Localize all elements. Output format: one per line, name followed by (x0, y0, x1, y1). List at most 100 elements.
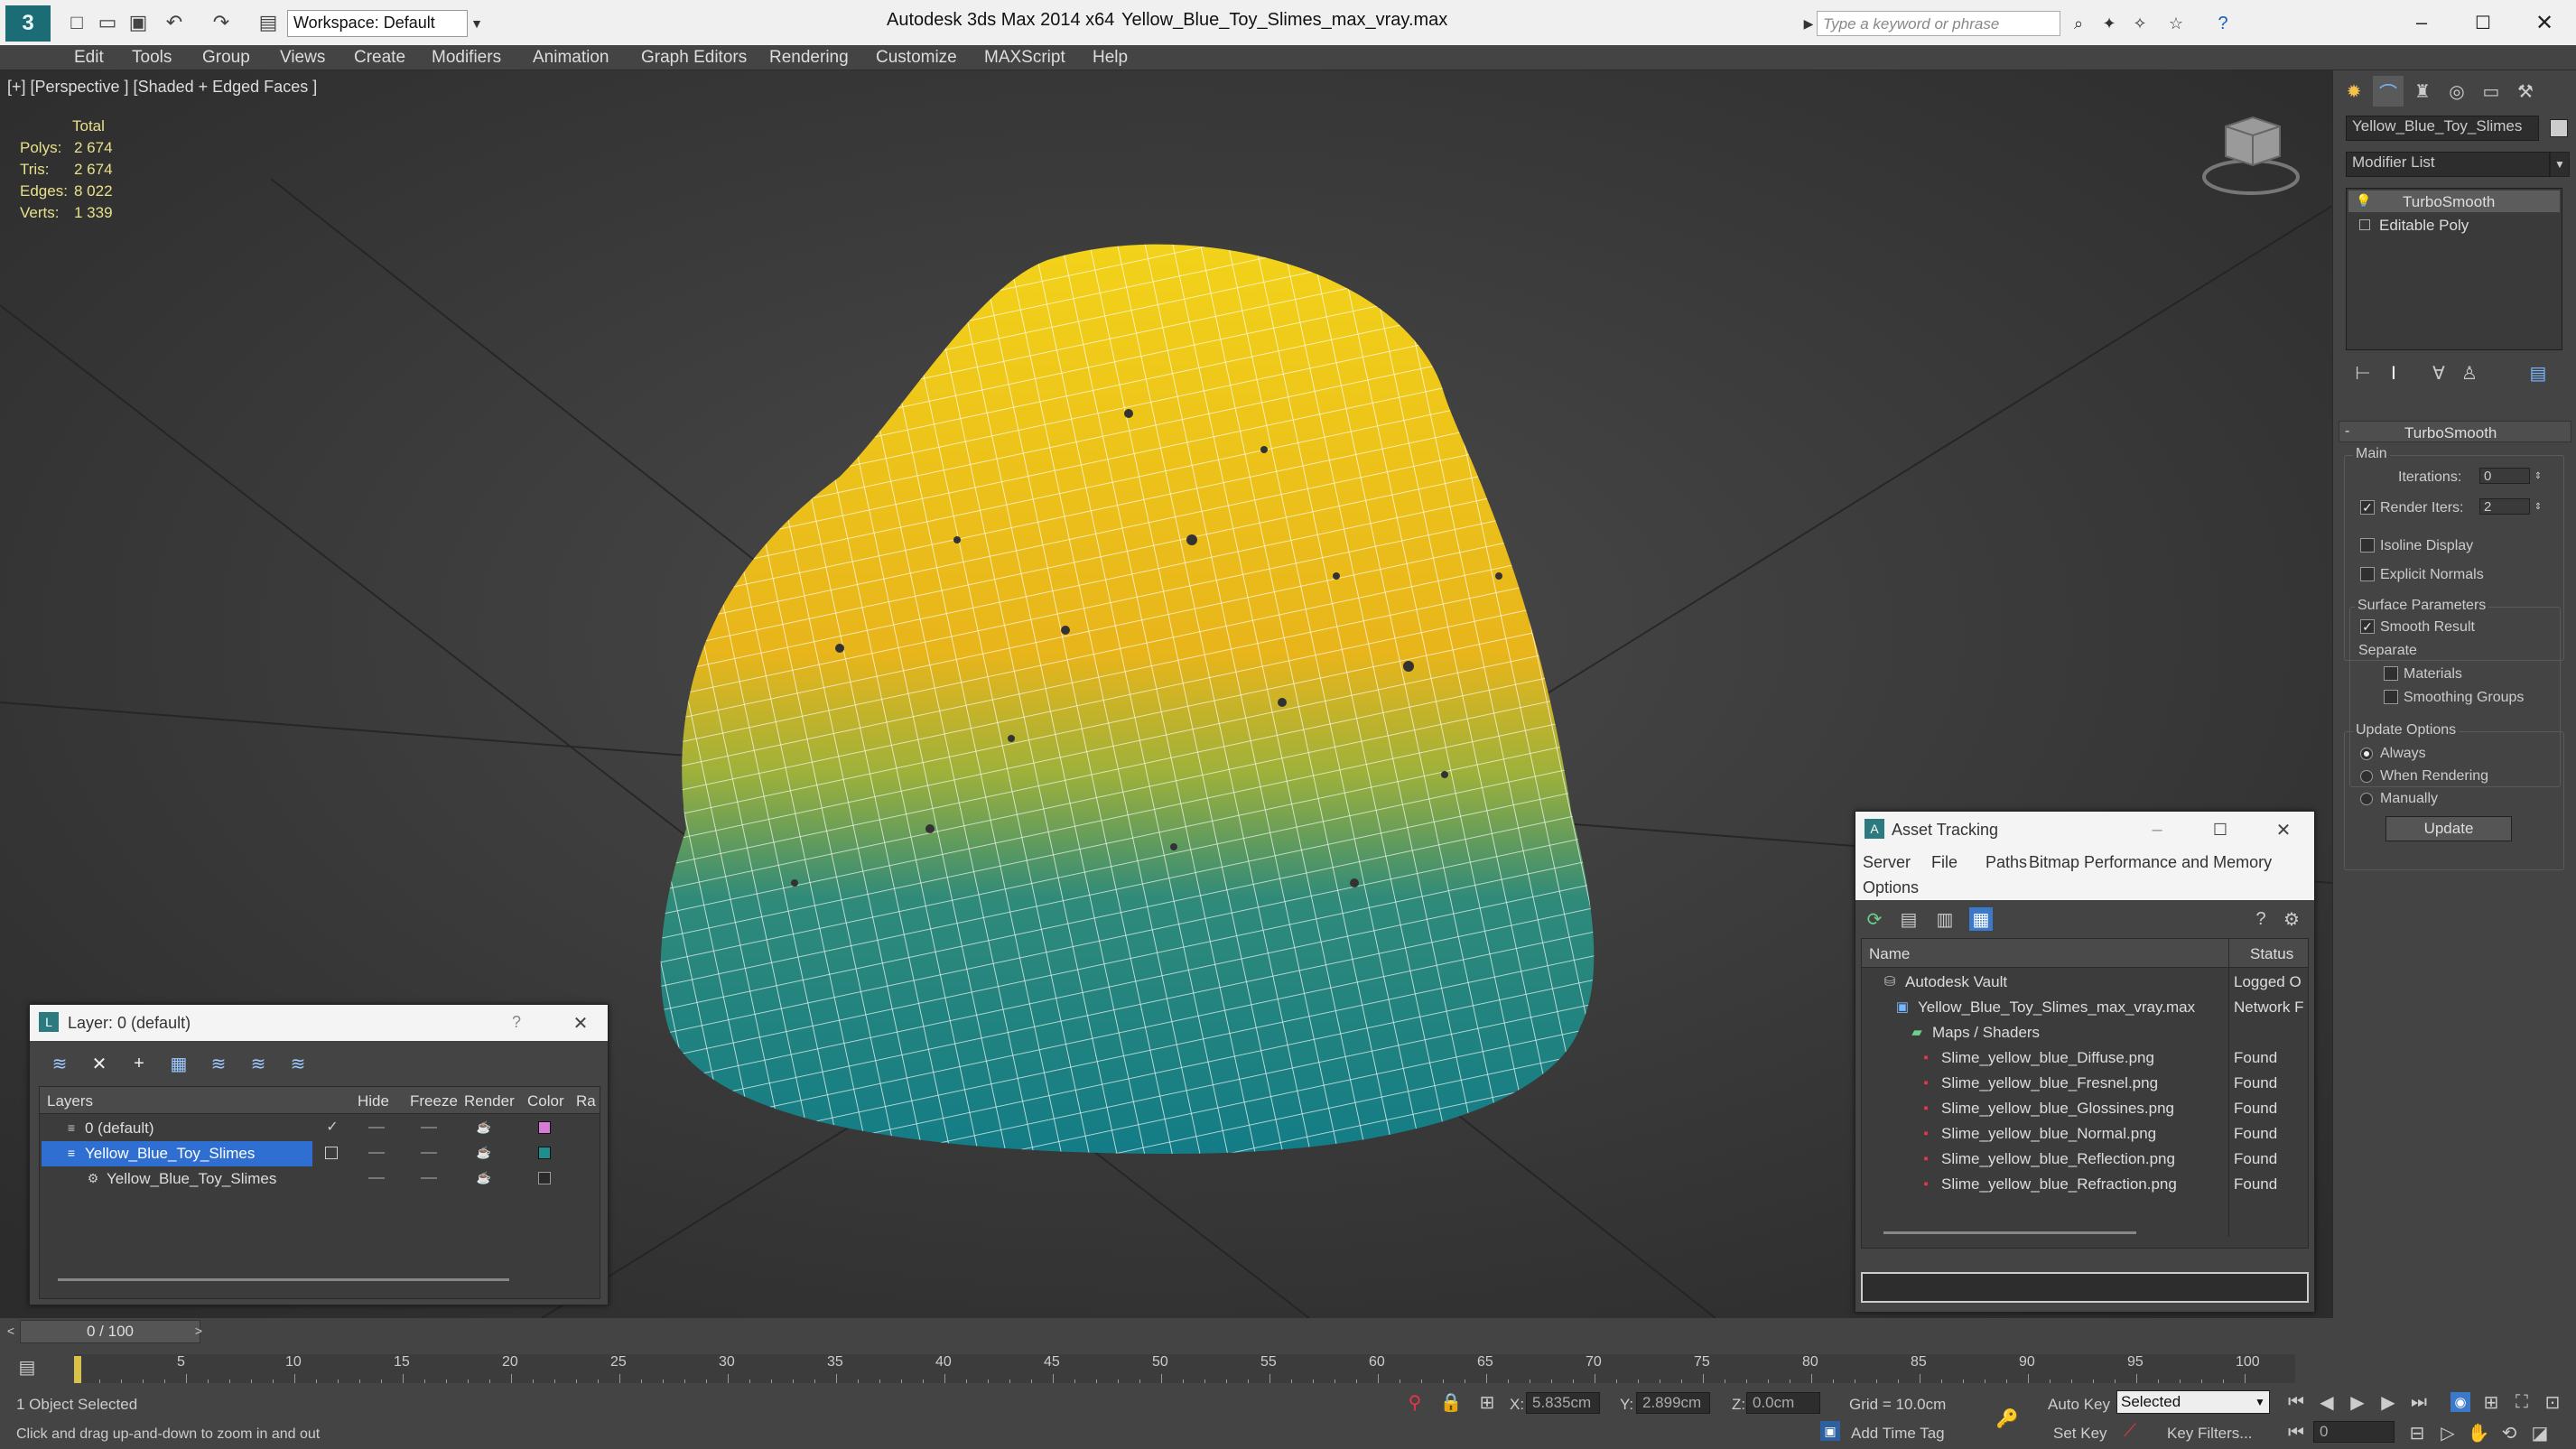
prev-key-icon[interactable]: ◀ (2317, 1392, 2337, 1413)
binoculars-icon[interactable]: ⌕ (2068, 13, 2089, 34)
layer-color-swatch[interactable] (538, 1147, 551, 1159)
close-icon[interactable]: ✕ (568, 1010, 593, 1036)
help-icon[interactable]: ? (2249, 907, 2273, 931)
app-logo-icon[interactable]: 3 (5, 5, 51, 42)
menu-graph-editors[interactable]: Graph Editors (641, 48, 747, 68)
expand-box-icon[interactable] (2359, 219, 2370, 230)
col-status[interactable]: Status (2250, 945, 2293, 963)
active-layer-check-icon[interactable]: ✓ (323, 1118, 341, 1136)
asset-menu-file[interactable]: File (1931, 853, 1958, 872)
col-hide[interactable]: Hide (358, 1092, 389, 1110)
asset-menu-bitmap[interactable]: Bitmap Performance and Memory (2029, 853, 2272, 872)
menu-rendering[interactable]: Rendering (769, 48, 849, 68)
render-iters-input[interactable]: 2 (2479, 498, 2530, 515)
layer-color-swatch[interactable] (538, 1172, 551, 1184)
modify-tab-icon[interactable]: ⌒ (2373, 76, 2404, 107)
asset-row[interactable]: ▣ Yellow_Blue_Toy_Slimes_max_vray.max Netw… (1862, 995, 2308, 1020)
collapse-icon[interactable]: - (2345, 423, 2349, 440)
asset-row[interactable]: ▪ Slime_yellow_blue_Normal.png Found (1862, 1121, 2308, 1147)
perspective-viewport[interactable]: [+] [Perspective ] [Shaded + Edged Faces… (0, 70, 2332, 1318)
help-icon[interactable]: ? (2212, 13, 2234, 34)
chevron-down-icon[interactable]: ▼ (468, 10, 486, 37)
menu-help[interactable]: Help (1093, 48, 1128, 68)
asset-menu-paths[interactable]: Paths (1985, 853, 2027, 872)
z-coordinate-field[interactable]: 0.0cm (1746, 1392, 1820, 1414)
object-color-swatch[interactable] (2550, 119, 2568, 137)
add-time-tag[interactable]: Add Time Tag (1851, 1425, 1945, 1443)
menu-maxscript[interactable]: MAXScript (984, 48, 1065, 68)
save-file-icon[interactable]: ▣ (126, 11, 150, 34)
smoothing-groups-checkbox[interactable] (2384, 690, 2398, 704)
stack-item-editable-poly[interactable]: Editable Poly (2348, 214, 2560, 236)
favorites-star-icon[interactable]: ☆ (2165, 13, 2187, 34)
layer-color-swatch[interactable] (538, 1121, 551, 1134)
menu-modifiers[interactable]: Modifiers (432, 48, 501, 68)
search-input[interactable]: Type a keyword or phrase (1817, 11, 2060, 36)
hide-toggle[interactable] (368, 1152, 385, 1154)
freeze-toggle[interactable] (421, 1127, 437, 1129)
next-key-icon[interactable]: ▶ (2378, 1392, 2398, 1413)
add-to-layer-icon[interactable]: + (127, 1052, 151, 1075)
set-key-button[interactable]: Set Key (2053, 1425, 2107, 1443)
explicit-normals-checkbox[interactable] (2360, 567, 2375, 581)
x-coordinate-field[interactable]: 5.835cm (1526, 1392, 1600, 1414)
auto-key-button[interactable]: Auto Key (2048, 1396, 2110, 1414)
new-file-icon[interactable]: □ (65, 11, 88, 34)
render-teapot-icon[interactable]: ☕ (475, 1145, 493, 1161)
asset-row[interactable]: ▪ Slime_yellow_blue_Fresnel.png Found (1862, 1071, 2308, 1096)
iterations-input[interactable]: 0 (2479, 468, 2530, 484)
menu-tools[interactable]: Tools (132, 48, 172, 68)
asset-tracking-window[interactable]: A Asset Tracking – ☐ ✕ Server File Paths… (1855, 811, 2315, 1313)
spinner-arrows-icon[interactable]: ⇕ (2532, 498, 2544, 515)
menu-customize[interactable]: Customize (876, 48, 957, 68)
track-bar[interactable]: 5 10 15 20 25 30 35 40 45 50 55 60 65 70 75 80 85 90 95 100 (74, 1354, 2295, 1387)
asset-row[interactable]: ▪ Slime_yellow_blue_Glossines.png Found (1862, 1096, 2308, 1121)
active-layer-box[interactable] (325, 1147, 338, 1159)
menu-create[interactable]: Create (354, 48, 405, 68)
asset-menu-options[interactable]: Options (1863, 878, 1919, 897)
isoline-display-checkbox[interactable] (2360, 538, 2375, 553)
absolute-mode-icon[interactable]: ⊞ (1477, 1392, 1497, 1413)
track-bar-icon[interactable]: ▤ (14, 1354, 40, 1379)
col-layers[interactable]: Layers (47, 1092, 93, 1110)
playback-options-icon[interactable]: ▷ (2438, 1423, 2458, 1444)
detail-view-icon[interactable]: ▥ (1933, 907, 1957, 931)
zoom-region-icon[interactable]: ⛶ (2512, 1392, 2532, 1412)
remove-modifier-icon[interactable]: ♙ (2458, 361, 2481, 385)
make-unique-icon[interactable]: ∀ (2427, 361, 2450, 385)
materials-checkbox[interactable] (2384, 666, 2398, 681)
pin-stack-icon[interactable]: ⊢ (2351, 361, 2375, 385)
play-icon[interactable]: ▶ (2348, 1392, 2367, 1413)
orbit-icon[interactable]: ⟲ (2499, 1423, 2519, 1444)
bulb-icon[interactable]: 💡 (2356, 192, 2372, 209)
asset-row[interactable]: ▪ Slime_yellow_blue_Diffuse.png Found (1862, 1045, 2308, 1071)
layer-row[interactable]: ⚙ Yellow_Blue_Toy_Slimes ☕ (40, 1166, 600, 1192)
asset-menu-server[interactable]: Server (1863, 853, 1911, 872)
redo-icon[interactable]: ↷ (209, 11, 233, 34)
motion-tab-icon[interactable]: ◎ (2441, 76, 2472, 107)
subscription-icon[interactable]: ✦ (2098, 13, 2120, 34)
asset-path-field[interactable] (1861, 1272, 2309, 1303)
prev-frame-icon[interactable]: < (4, 1324, 18, 1338)
highlight-layer-icon[interactable]: ≋ (207, 1052, 230, 1075)
go-to-start-icon[interactable]: ⏮ (2286, 1423, 2306, 1443)
render-teapot-icon[interactable]: ☕ (475, 1170, 493, 1186)
asset-window-titlebar[interactable]: A Asset Tracking – ☐ ✕ (1855, 812, 2314, 848)
maximize-viewport-icon[interactable]: ⊡ (2543, 1392, 2562, 1413)
menu-edit[interactable]: Edit (74, 48, 104, 68)
turbosmooth-rollout-header[interactable]: - TurboSmooth (2339, 421, 2571, 442)
time-marker[interactable] (74, 1356, 81, 1383)
minimize-icon[interactable]: – (2402, 7, 2441, 38)
asset-row[interactable]: ▪ Slime_yellow_blue_Refraction.png Found (1862, 1172, 2308, 1197)
next-frame-icon[interactable]: > (191, 1324, 206, 1338)
layer-row[interactable]: ≡ Yellow_Blue_Toy_Slimes ☕ (40, 1141, 600, 1166)
create-layer-icon[interactable]: ≋ (48, 1052, 71, 1075)
lock-icon[interactable]: 🔒 (1440, 1392, 1463, 1413)
hierarchy-tab-icon[interactable]: ♜ (2407, 76, 2438, 107)
time-tag-icon[interactable]: ▣ (1820, 1421, 1840, 1441)
close-icon[interactable]: ✕ (2271, 817, 2296, 842)
menu-animation[interactable]: Animation (533, 48, 609, 68)
col-render[interactable]: Render (464, 1092, 515, 1110)
search-expand-icon[interactable]: ▶ (1800, 11, 1817, 36)
modifier-list-dropdown[interactable]: Modifier List (2346, 152, 2550, 177)
